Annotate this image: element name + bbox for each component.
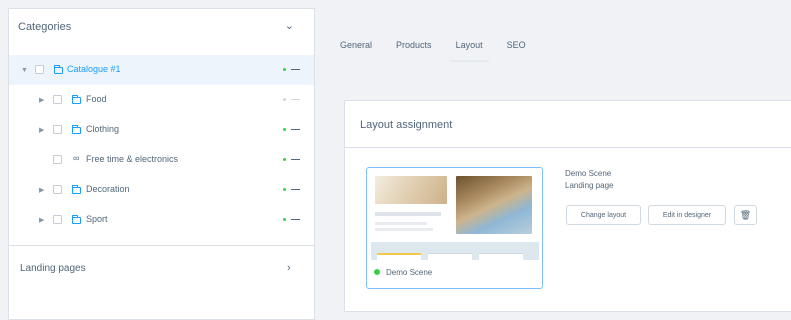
chevron-right-icon[interactable]: › [287,262,291,274]
chevron-down-icon[interactable]: ⌄ [285,19,294,32]
tree-item-label: Food [86,94,107,104]
preview-block [428,253,472,260]
panel-divider [9,245,314,246]
active-dot-icon [283,68,286,71]
preview-image-scene [456,176,532,234]
edit-in-designer-button[interactable]: Edit in designer [648,205,726,225]
folder-icon [72,185,81,194]
layout-type: Landing page [565,181,614,190]
folder-icon [72,125,81,134]
tree-item-label: Free time & electronics [86,154,179,164]
active-dot-icon [283,128,286,131]
tree-item-label: Catalogue #1 [67,64,121,74]
preview-image-interior [375,176,447,204]
categories-title: Categories [18,21,72,33]
expand-caret-icon[interactable]: ▶ [39,96,44,104]
tree-checkbox[interactable] [53,155,62,164]
expand-caret-icon[interactable]: ▶ [39,216,44,224]
tree-item-decoration[interactable]: ▶ Decoration [9,175,314,205]
folder-icon [54,65,63,74]
categories-header[interactable]: Categories [9,9,314,45]
tree-checkbox[interactable] [35,65,44,74]
landing-pages-header[interactable]: Landing pages [20,263,86,274]
trash-icon: 🗑 [739,209,752,220]
active-dot-icon [283,218,286,221]
card-divider [345,147,791,148]
card-title: Layout assignment [360,119,453,131]
tree-checkbox[interactable] [53,215,62,224]
detail-tabs: General Products Layout SEO [340,34,550,62]
tree-checkbox[interactable] [53,95,62,104]
preview-name: Demo Scene [386,268,433,277]
folder-icon [72,215,81,224]
delete-layout-button[interactable]: 🗑 [734,205,757,225]
tree-item-catalogue[interactable]: ▼ Catalogue #1 [9,55,314,85]
expand-caret-icon[interactable]: ▶ [39,186,44,194]
folder-icon [72,95,81,104]
tree-item-free-time[interactable]: ∞ Free time & electronics [9,145,314,175]
active-dot-icon [283,188,286,191]
tab-products[interactable]: Products [396,34,432,62]
menu-dash-icon[interactable] [291,219,300,220]
menu-dash-icon[interactable] [291,159,300,160]
tab-layout[interactable]: Layout [449,34,489,62]
menu-dash-icon[interactable] [291,69,300,70]
menu-dash-icon[interactable] [291,99,300,100]
tree-item-label: Sport [86,214,108,224]
tab-general[interactable]: General [340,34,372,62]
inactive-dot-icon [283,98,286,101]
menu-dash-icon[interactable] [291,129,300,130]
tree-item-food[interactable]: ▶ Food [9,85,314,115]
tree-item-sport[interactable]: ▶ Sport [9,205,314,235]
tree-item-label: Decoration [86,184,130,194]
preview-text-line [375,212,441,216]
collapse-caret-icon[interactable]: ▼ [21,67,28,74]
layout-name: Demo Scene [565,169,612,178]
link-icon: ∞ [73,153,80,163]
status-dot-icon [374,269,380,275]
preview-text-line [375,222,427,225]
expand-caret-icon[interactable]: ▶ [39,126,44,134]
tree-item-clothing[interactable]: ▶ Clothing [9,115,314,145]
change-layout-button[interactable]: Change layout [566,205,641,225]
category-panel: Categories ⌄ ▼ Catalogue #1 ▶ Food ▶ Clo… [8,8,315,320]
preview-text-line [375,228,433,231]
active-dot-icon [283,158,286,161]
menu-dash-icon[interactable] [291,189,300,190]
tab-seo[interactable]: SEO [507,34,526,62]
layout-assignment-card: Layout assignment Demo Scene Demo Scene … [344,100,791,312]
category-tree: ▼ Catalogue #1 ▶ Food ▶ Clothing ∞ Free … [9,55,314,235]
preview-block [479,253,523,260]
tree-item-label: Clothing [86,124,120,134]
preview-block [377,253,421,260]
layout-preview[interactable]: Demo Scene [366,167,543,289]
tree-checkbox[interactable] [53,185,62,194]
tree-checkbox[interactable] [53,125,62,134]
